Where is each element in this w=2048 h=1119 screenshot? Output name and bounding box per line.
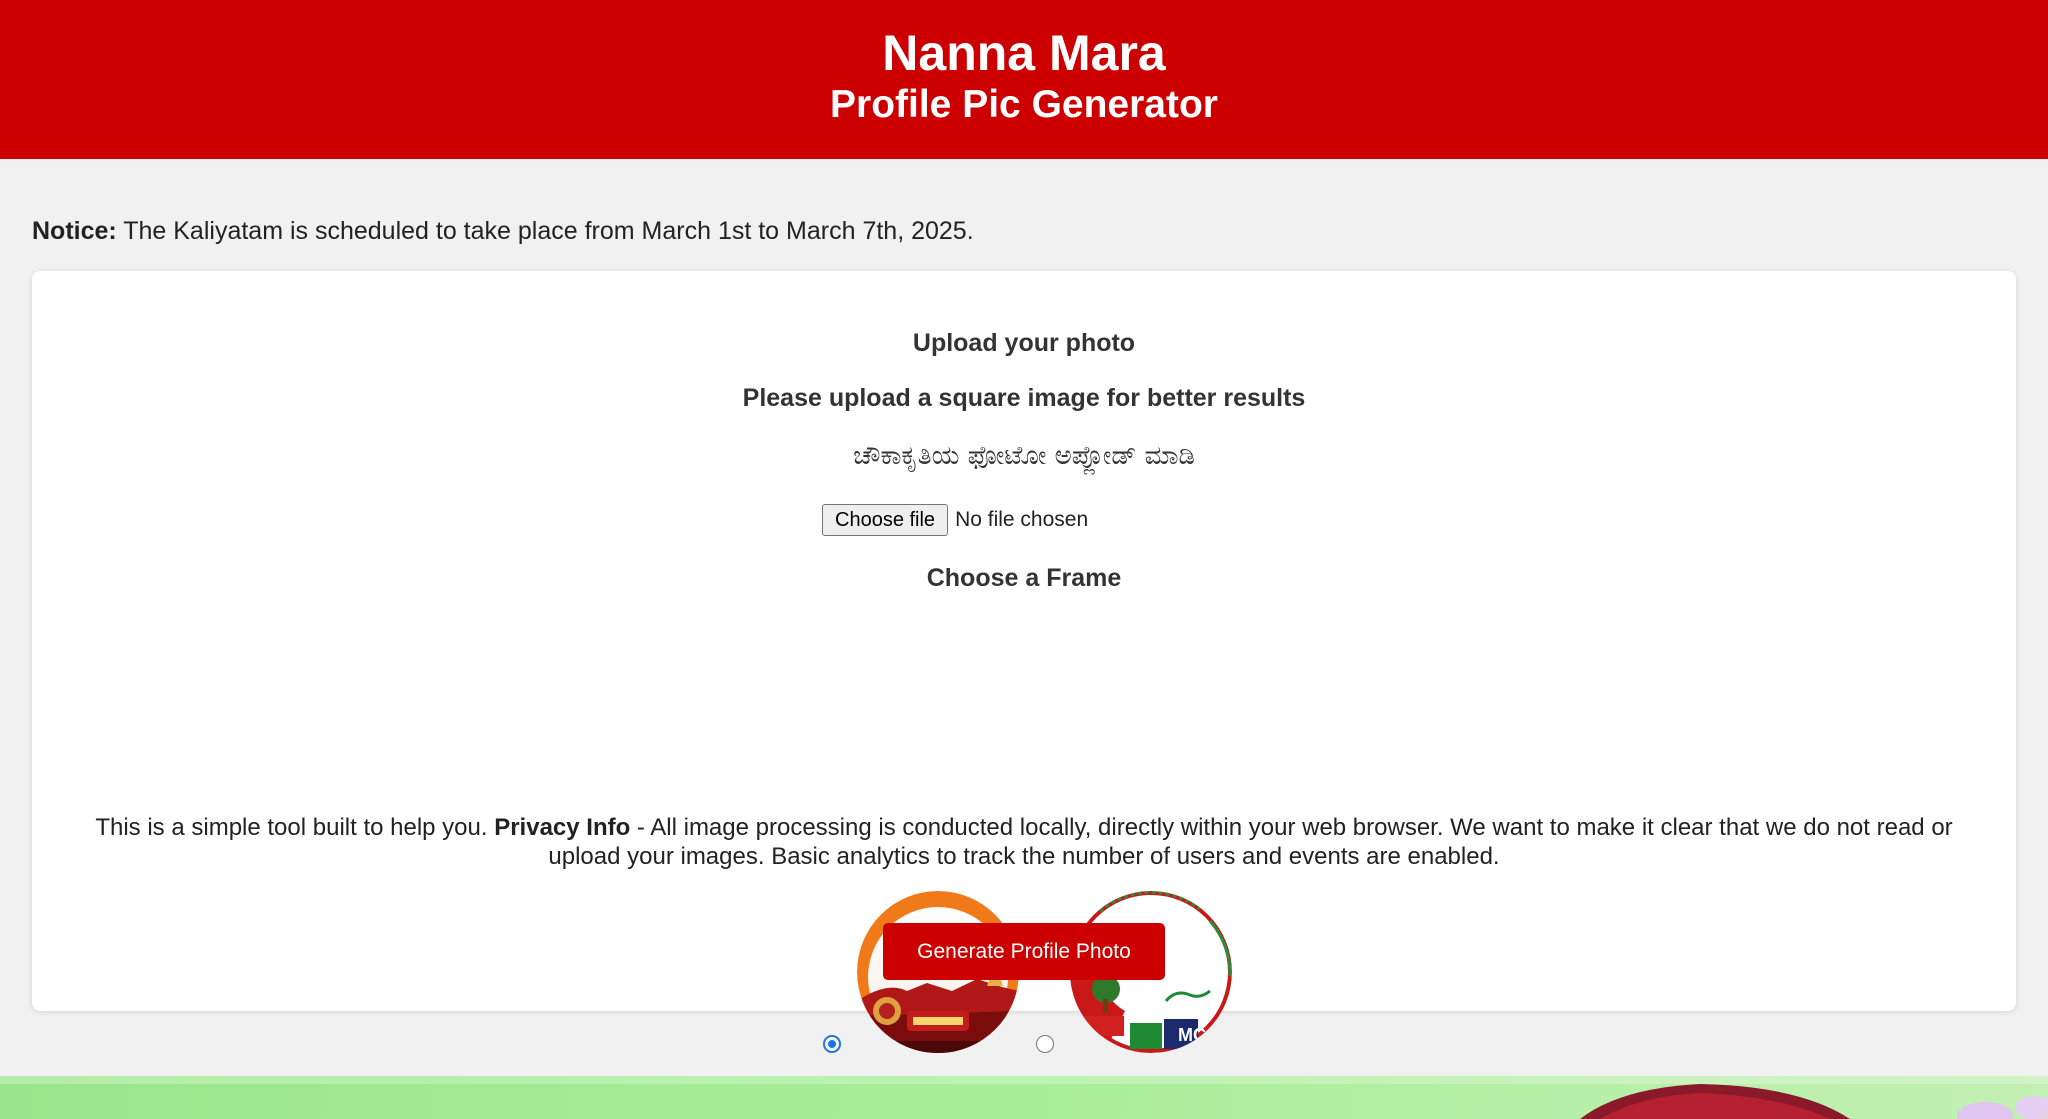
frame-1-radio[interactable] — [823, 1035, 841, 1053]
svg-text:MC: MC — [1178, 1025, 1206, 1045]
privacy-text: - All image processing is conducted loca… — [548, 814, 1953, 870]
footer-banner-image — [0, 1076, 2048, 1119]
page-header: Nanna Mara Profile Pic Generator — [0, 0, 2048, 159]
file-input[interactable]: Choose file No file chosen — [822, 503, 1088, 537]
privacy-label: Privacy Info — [494, 814, 631, 841]
choose-file-button[interactable]: Choose file — [822, 504, 949, 536]
notice-banner: Notice: The Kaliyatam is scheduled to ta… — [32, 212, 974, 250]
privacy-notice: This is a simple tool built to help you.… — [92, 813, 1956, 871]
upload-heading: Upload your photo — [912, 329, 1136, 357]
upload-hint: Please upload a square image for better … — [742, 384, 1306, 412]
generator-card: Upload your photo Please upload a square… — [32, 271, 2016, 1053]
notice-text: The Kaliyatam is scheduled to take place… — [116, 217, 974, 245]
frame-2-radio[interactable] — [1036, 1035, 1054, 1053]
frame-heading: Choose a Frame — [926, 564, 1122, 592]
frame-options: MC — [32, 616, 2016, 1053]
page-title: Nanna Mara — [882, 25, 1166, 81]
file-status: No file chosen — [955, 508, 1089, 531]
page-subtitle: Profile Pic Generator — [830, 83, 1218, 126]
upload-hint-kannada: ಚೌಕಾಕೃತಿಯ ಫೋಟೋ ಅಪ್ಲೋಡ್ ಮಾಡಿ — [853, 441, 1195, 471]
generate-profile-photo-button[interactable]: Generate Profile Photo — [883, 923, 1165, 980]
privacy-intro: This is a simple tool built to help you. — [95, 814, 495, 841]
footer-banner-art — [0, 1076, 2048, 1119]
notice-label: Notice: — [32, 217, 117, 245]
